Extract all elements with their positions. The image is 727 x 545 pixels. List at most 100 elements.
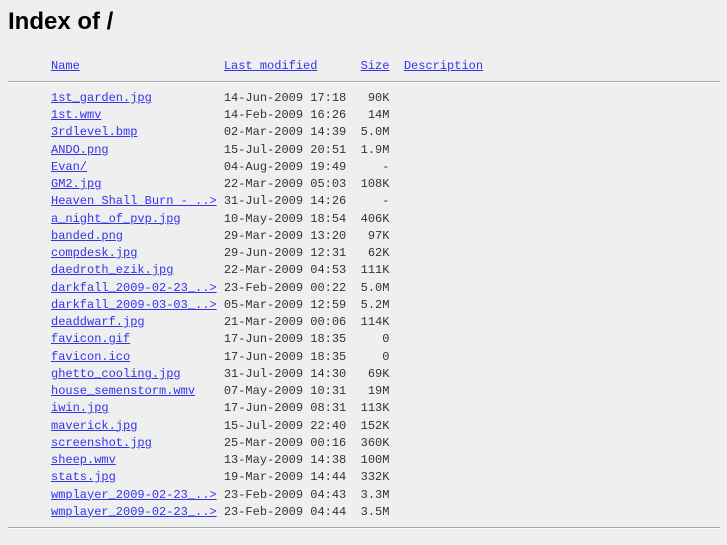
file-modified: 31-Jul-2009 14:30 xyxy=(223,366,347,381)
file-size: 14M xyxy=(367,108,390,122)
file-link[interactable]: wmplayer_2009-02-23_..> xyxy=(51,488,217,502)
file-modified: 17-Jun-2009 08:31 xyxy=(223,401,347,416)
file-row: darkfall_2009-03-03_..> 05-Mar-2009 12:59… xyxy=(0,297,727,314)
file-modified: 05-Mar-2009 12:59 xyxy=(223,297,347,312)
file-size: 360K xyxy=(360,435,390,450)
file-modified: 13-May-2009 14:38 xyxy=(223,453,347,467)
sort-by-size-link[interactable]: Size xyxy=(361,59,390,73)
file-size: 0 xyxy=(382,332,390,347)
file-size: 5.0M xyxy=(360,125,390,140)
file-listing: Name Last modified Size Description 1st_gar… xyxy=(0,58,727,521)
file-link[interactable]: sheep.wmv xyxy=(51,453,116,467)
page-title: Index of / xyxy=(8,8,114,35)
file-link[interactable]: deaddwarf.jpg xyxy=(51,315,145,329)
file-row: ghetto_cooling.jpg 31-Jul-2009 14:30 69K xyxy=(0,366,727,383)
file-link[interactable]: favicon.gif xyxy=(51,332,130,346)
file-row: banded.png 29-Mar-2009 13:20 97K xyxy=(0,228,727,245)
file-row: stats.jpg 19-Mar-2009 14:44 332K xyxy=(0,469,727,486)
file-row: favicon.gif 17-Jun-2009 18:35 0 xyxy=(0,331,727,348)
file-size: 69K xyxy=(367,366,390,381)
file-link[interactable]: darkfall_2009-02-23_..> xyxy=(51,281,217,295)
file-size: - xyxy=(382,159,390,174)
file-link[interactable]: banded.png xyxy=(51,229,123,243)
file-row: house_semenstorm.wmv 07-May-2009 10:31 19M xyxy=(0,383,727,400)
file-modified: 29-Mar-2009 13:20 xyxy=(223,228,347,243)
file-modified: 15-Jul-2009 20:51 xyxy=(223,142,347,157)
file-link[interactable]: ANDO.png xyxy=(51,143,109,157)
file-link[interactable]: compdesk.jpg xyxy=(51,246,137,260)
file-row: Evan/04-Aug-2009 19:49 - xyxy=(0,159,727,176)
file-size: 62K xyxy=(367,246,390,260)
file-size: 111K xyxy=(360,263,390,278)
sort-by-modified-link[interactable]: Last modified xyxy=(224,59,318,73)
file-row: 1st_garden.jpg 14-Jun-2009 17:18 90K xyxy=(0,90,727,107)
file-size: 19M xyxy=(367,384,390,398)
file-link[interactable]: wmplayer_2009-02-23_..> xyxy=(51,505,217,519)
file-row: daedroth_ezik.jpg 22-Mar-2009 04:53 111K xyxy=(0,262,727,279)
file-row: favicon.ico 17-Jun-2009 18:35 0 xyxy=(0,349,727,366)
file-modified: 02-Mar-2009 14:39 xyxy=(223,125,347,140)
sort-by-description-link[interactable]: Description xyxy=(404,59,483,73)
file-link[interactable]: favicon.ico xyxy=(51,350,130,364)
file-row: sheep.wmv 13-May-2009 14:38 100M xyxy=(0,452,727,469)
file-row: wmplayer_2009-02-23_..> 23-Feb-2009 04:43… xyxy=(0,487,727,504)
file-link[interactable]: darkfall_2009-03-03_..> xyxy=(51,298,217,312)
file-size: 97K xyxy=(367,228,390,243)
file-link[interactable]: a_night_of_pvp.jpg xyxy=(51,212,181,226)
file-row: wmplayer_2009-02-23_..> 23-Feb-2009 04:44… xyxy=(0,504,727,521)
file-size: 113K xyxy=(360,401,390,416)
file-row: 3rdlevel.bmp 02-Mar-2009 14:39 5.0M xyxy=(0,124,727,141)
file-modified: 14-Jun-2009 17:18 xyxy=(223,90,347,105)
file-row: a_night_of_pvp.jpg 10-May-2009 18:54 406K xyxy=(0,211,727,228)
file-modified: 21-Mar-2009 00:06 xyxy=(223,315,347,329)
file-link[interactable]: 1st_garden.jpg xyxy=(51,91,152,105)
file-link[interactable]: ghetto_cooling.jpg xyxy=(51,367,181,381)
file-size: 406K xyxy=(360,211,390,226)
file-link[interactable]: iwin.jpg xyxy=(51,401,109,415)
file-size: 5.2M xyxy=(360,297,390,312)
file-size: 0 xyxy=(382,349,390,364)
file-modified: 25-Mar-2009 00:16 xyxy=(223,435,347,450)
file-row: compdesk.jpg 29-Jun-2009 12:31 62K xyxy=(0,245,727,262)
file-row: 1st.wmv 14-Feb-2009 16:26 14M xyxy=(0,107,727,124)
file-size: 108K xyxy=(360,177,390,191)
file-row: iwin.jpg 17-Jun-2009 08:31 113K xyxy=(0,400,727,417)
file-modified: 04-Aug-2009 19:49 xyxy=(223,159,347,174)
file-link[interactable]: stats.jpg xyxy=(51,470,116,484)
file-modified: 19-Mar-2009 14:44 xyxy=(223,470,347,485)
footer-divider xyxy=(8,527,720,529)
file-size: 3.3M xyxy=(360,487,390,502)
header-divider xyxy=(8,81,720,83)
file-row: deaddwarf.jpg 21-Mar-2009 00:06 114K xyxy=(0,314,727,331)
file-modified: 07-May-2009 10:31 xyxy=(223,384,347,398)
file-link[interactable]: Evan/ xyxy=(51,160,87,174)
file-link[interactable]: 1st.wmv xyxy=(51,108,101,122)
file-link[interactable]: house_semenstorm.wmv xyxy=(51,384,195,398)
file-modified: 14-Feb-2009 16:26 xyxy=(223,108,347,122)
file-row: GM2.jpg 22-Mar-2009 05:03 108K xyxy=(0,176,727,193)
file-size: 1.9M xyxy=(360,142,390,157)
file-modified: 22-Mar-2009 05:03 xyxy=(223,177,347,191)
file-row: darkfall_2009-02-23_..> 23-Feb-2009 00:22… xyxy=(0,280,727,297)
file-modified: 22-Mar-2009 04:53 xyxy=(223,263,347,278)
file-size: 152K xyxy=(360,418,390,433)
file-row: maverick.jpg 15-Jul-2009 22:40 152K xyxy=(0,418,727,435)
file-link[interactable]: 3rdlevel.bmp xyxy=(51,125,137,139)
file-modified: 23-Feb-2009 04:44 xyxy=(223,504,347,519)
file-size: 5.0M xyxy=(360,280,390,295)
file-link[interactable]: daedroth_ezik.jpg xyxy=(51,263,173,277)
file-modified: 17-Jun-2009 18:35 xyxy=(223,349,347,364)
file-row: ANDO.png 15-Jul-2009 20:51 1.9M xyxy=(0,142,727,159)
file-modified: 23-Feb-2009 04:43 xyxy=(223,487,347,502)
file-modified: 10-May-2009 18:54 xyxy=(223,211,347,226)
file-link[interactable]: screenshot.jpg xyxy=(51,436,152,450)
file-size: 3.5M xyxy=(360,504,390,519)
file-modified: 15-Jul-2009 22:40 xyxy=(223,418,347,433)
sort-by-name-link[interactable]: Name xyxy=(51,59,80,73)
file-size: 90K xyxy=(367,90,390,105)
file-modified: 29-Jun-2009 12:31 xyxy=(223,246,347,260)
file-link[interactable]: GM2.jpg xyxy=(51,177,101,191)
file-link[interactable]: maverick.jpg xyxy=(51,419,137,433)
file-modified: 23-Feb-2009 00:22 xyxy=(223,280,347,295)
file-link[interactable]: Heaven Shall Burn - ..> xyxy=(51,194,217,208)
